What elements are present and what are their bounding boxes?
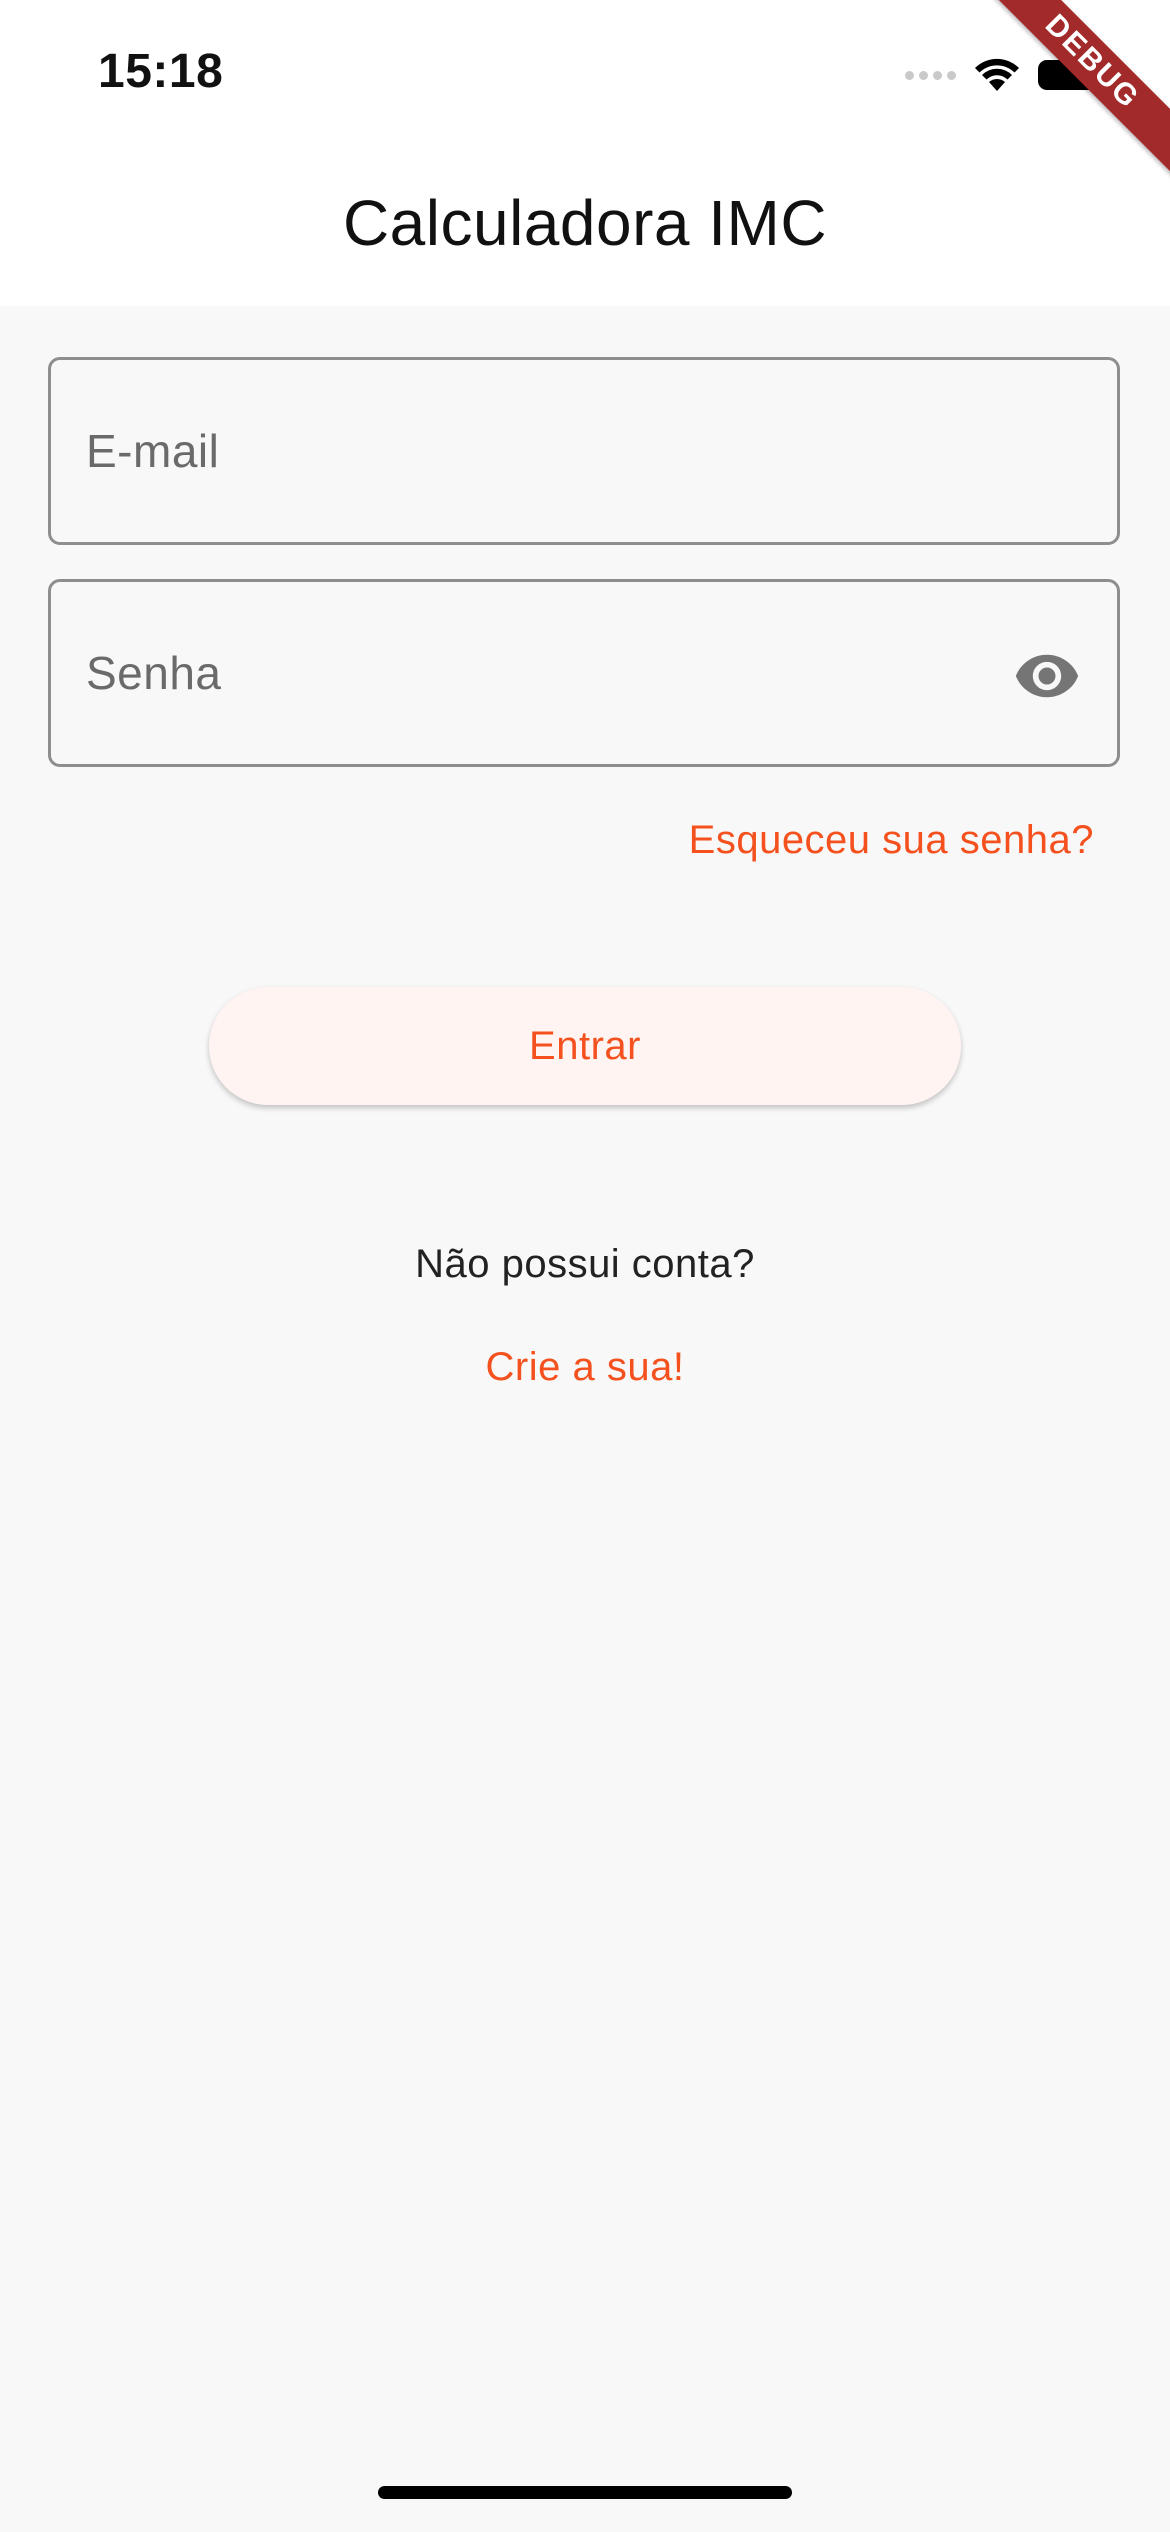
login-screen: 15:18 DEBUG Calculadora IMC E-mail Senha… [0, 0, 1170, 2532]
home-indicator[interactable] [378, 2486, 792, 2499]
password-placeholder: Senha [86, 647, 222, 699]
eye-icon[interactable] [1013, 642, 1081, 710]
password-field[interactable]: Senha [48, 579, 1120, 767]
signup-row: Crie a sua! [0, 1345, 1170, 1390]
no-account-text: Não possui conta? [415, 1242, 755, 1286]
app-bar-title: Calculadora IMC [342, 187, 828, 259]
status-time: 15:18 [98, 45, 224, 98]
email-placeholder: E-mail [86, 425, 220, 477]
forgot-password-link[interactable]: Esqueceu sua senha? [689, 818, 1094, 863]
create-account-link[interactable]: Crie a sua! [486, 1345, 685, 1389]
wifi-icon [975, 58, 1019, 91]
enter-button[interactable]: Entrar [209, 987, 961, 1105]
email-field[interactable]: E-mail [48, 357, 1120, 545]
header-area: 15:18 DEBUG Calculadora IMC [0, 0, 1170, 306]
cellular-signal-icon [905, 70, 956, 80]
